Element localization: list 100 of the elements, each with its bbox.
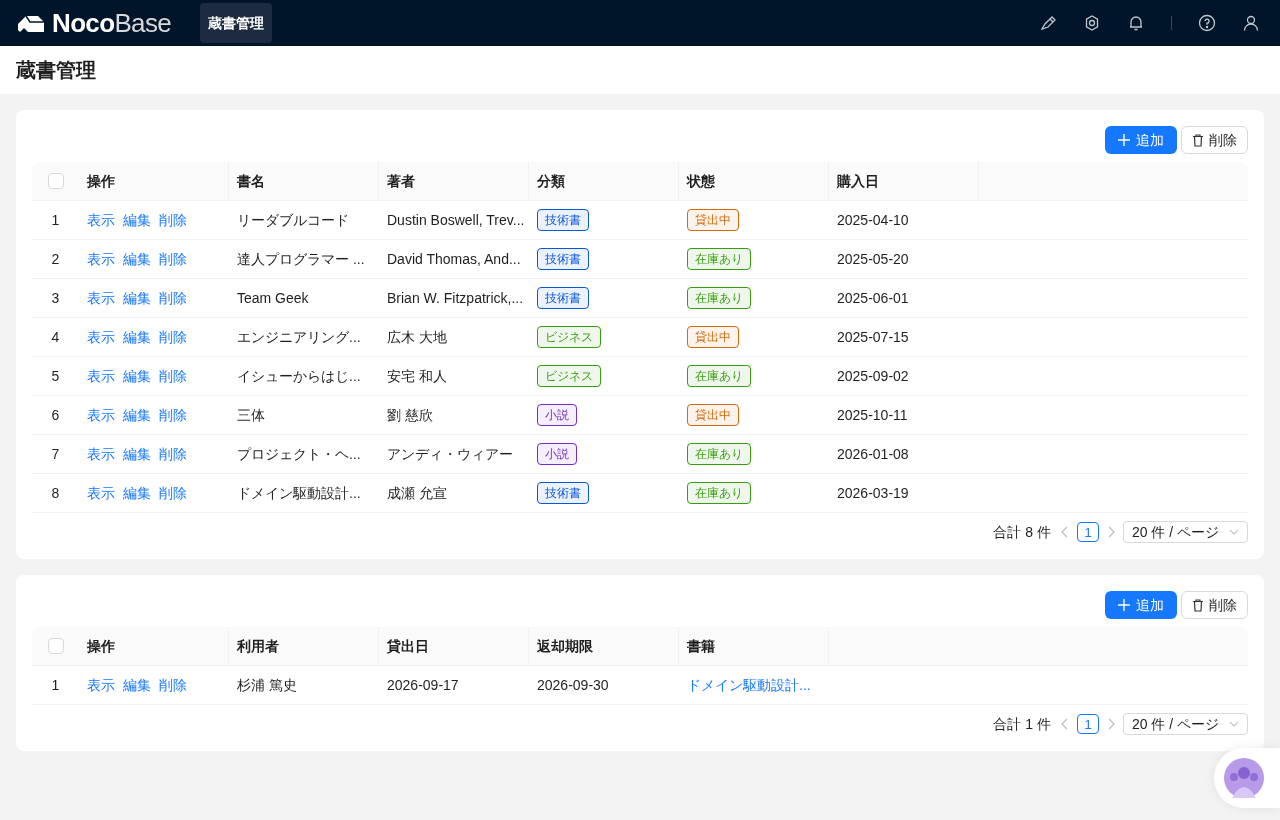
table-cell-text: Brian W. Fitzpatrick,...: [387, 288, 524, 308]
category-tag: ビジネス: [537, 365, 601, 387]
table-cell-text: 2025-06-01: [837, 288, 909, 308]
table-cell-text: 2025-04-10: [837, 210, 909, 230]
action-link[interactable]: 編集: [123, 326, 151, 348]
category-tag: 貸出中: [687, 326, 739, 348]
category-tag: 技術書: [537, 287, 589, 309]
action-link[interactable]: 編集: [123, 443, 151, 465]
table-cell-text: リーダブルコード: [237, 210, 349, 230]
page-size-select[interactable]: 20 件 / ページ: [1123, 521, 1248, 543]
column-header: 分類: [537, 171, 565, 191]
action-link[interactable]: 表示: [87, 404, 115, 426]
select-all-checkbox[interactable]: [47, 173, 64, 189]
category-tag: 技術書: [537, 209, 589, 231]
table-cell-text: 三体: [237, 405, 265, 425]
action-link[interactable]: 表示: [87, 248, 115, 270]
plus-icon: [1118, 134, 1130, 146]
row-number: 7: [51, 444, 60, 464]
trash-icon: [1192, 133, 1204, 147]
action-link[interactable]: 削除: [159, 443, 187, 465]
total-count: 合計 8 件: [993, 522, 1051, 542]
table-cell-text: 2026-03-19: [837, 483, 909, 503]
action-link[interactable]: 削除: [159, 404, 187, 426]
table-cell-text: 2026-09-30: [537, 675, 609, 695]
action-link[interactable]: 削除: [159, 482, 187, 504]
category-tag: 在庫あり: [687, 365, 751, 387]
table-cell-text: 2025-10-11: [837, 405, 908, 425]
row-number: 3: [51, 288, 60, 308]
plus-icon: [1118, 599, 1130, 611]
action-link[interactable]: 削除: [159, 326, 187, 348]
select-all-checkbox[interactable]: [47, 638, 64, 654]
settings-icon[interactable]: [1083, 14, 1101, 32]
chevron-down-icon: [1229, 721, 1239, 727]
column-header: 返却期限: [537, 636, 593, 656]
action-link[interactable]: 表示: [87, 482, 115, 504]
action-link[interactable]: 削除: [159, 209, 187, 231]
assistant-avatar-button[interactable]: [1214, 748, 1280, 808]
row-number: 1: [51, 675, 60, 695]
user-icon[interactable]: [1242, 14, 1260, 32]
table-cell-text: 2025-05-20: [837, 249, 909, 269]
action-link[interactable]: 編集: [123, 365, 151, 387]
action-link[interactable]: 編集: [123, 482, 151, 504]
action-link[interactable]: 表示: [87, 326, 115, 348]
action-link[interactable]: 表示: [87, 674, 115, 696]
nav-tab[interactable]: 蔵書管理: [200, 3, 272, 43]
table-cell-text: David Thomas, And...: [387, 249, 521, 269]
action-link[interactable]: 編集: [123, 209, 151, 231]
table-cell-text: ドメイン駆動設計...: [237, 483, 361, 503]
delete-button[interactable]: 削除: [1181, 126, 1248, 154]
brush-icon[interactable]: [1039, 14, 1057, 32]
table-cell-text: Dustin Boswell, Trev...: [387, 210, 525, 230]
total-count: 合計 1 件: [993, 714, 1051, 734]
page-size-select[interactable]: 20 件 / ページ: [1123, 713, 1248, 735]
action-link[interactable]: 表示: [87, 209, 115, 231]
help-icon[interactable]: [1198, 14, 1216, 32]
row-number: 2: [51, 249, 60, 269]
delete-button[interactable]: 削除: [1181, 591, 1248, 619]
row-number: 4: [51, 327, 60, 347]
bell-icon[interactable]: [1127, 14, 1145, 32]
category-tag: 技術書: [537, 482, 589, 504]
column-header: 書名: [237, 171, 265, 191]
page-button[interactable]: 1: [1077, 522, 1099, 542]
action-link[interactable]: 削除: [159, 674, 187, 696]
add-button[interactable]: 追加: [1105, 126, 1177, 154]
book-link[interactable]: ドメイン駆動設計...: [687, 674, 811, 696]
category-tag: 小説: [537, 443, 577, 465]
category-tag: 技術書: [537, 248, 589, 270]
table-cell-text: 劉 慈欣: [387, 405, 433, 425]
action-link[interactable]: 編集: [123, 248, 151, 270]
row-number: 6: [51, 405, 60, 425]
action-link[interactable]: 編集: [123, 674, 151, 696]
action-link[interactable]: 削除: [159, 248, 187, 270]
table-cell-text: 2025-07-15: [837, 327, 909, 347]
column-header: 著者: [387, 171, 415, 191]
add-button[interactable]: 追加: [1105, 591, 1177, 619]
column-header: 利用者: [237, 636, 279, 656]
category-tag: 在庫あり: [687, 248, 751, 270]
table-cell-text: Team Geek: [237, 288, 309, 308]
action-link[interactable]: 編集: [123, 404, 151, 426]
action-link[interactable]: 表示: [87, 443, 115, 465]
action-link[interactable]: 編集: [123, 287, 151, 309]
column-header: 状態: [687, 171, 715, 191]
table-cell-text: エンジニアリング...: [237, 327, 361, 347]
page-button[interactable]: 1: [1077, 714, 1099, 734]
chevron-down-icon: [1229, 529, 1239, 535]
action-link[interactable]: 削除: [159, 287, 187, 309]
page-title: 蔵書管理: [16, 58, 96, 83]
logo-text: NocoBase: [52, 10, 172, 36]
table-cell-text: アンディ・ウィアー: [387, 444, 513, 464]
category-tag: 在庫あり: [687, 287, 751, 309]
column-header: 書籍: [687, 636, 715, 656]
action-link[interactable]: 表示: [87, 287, 115, 309]
action-link[interactable]: 表示: [87, 365, 115, 387]
table-cell-text: 安宅 和人: [387, 366, 447, 386]
trash-icon: [1192, 598, 1204, 612]
row-number: 1: [51, 210, 60, 230]
action-link[interactable]: 削除: [159, 365, 187, 387]
table-cell-text: 達人プログラマー ...: [237, 249, 365, 269]
table-cell-text: 杉浦 篤史: [237, 675, 297, 695]
column-header: 操作: [87, 636, 115, 656]
